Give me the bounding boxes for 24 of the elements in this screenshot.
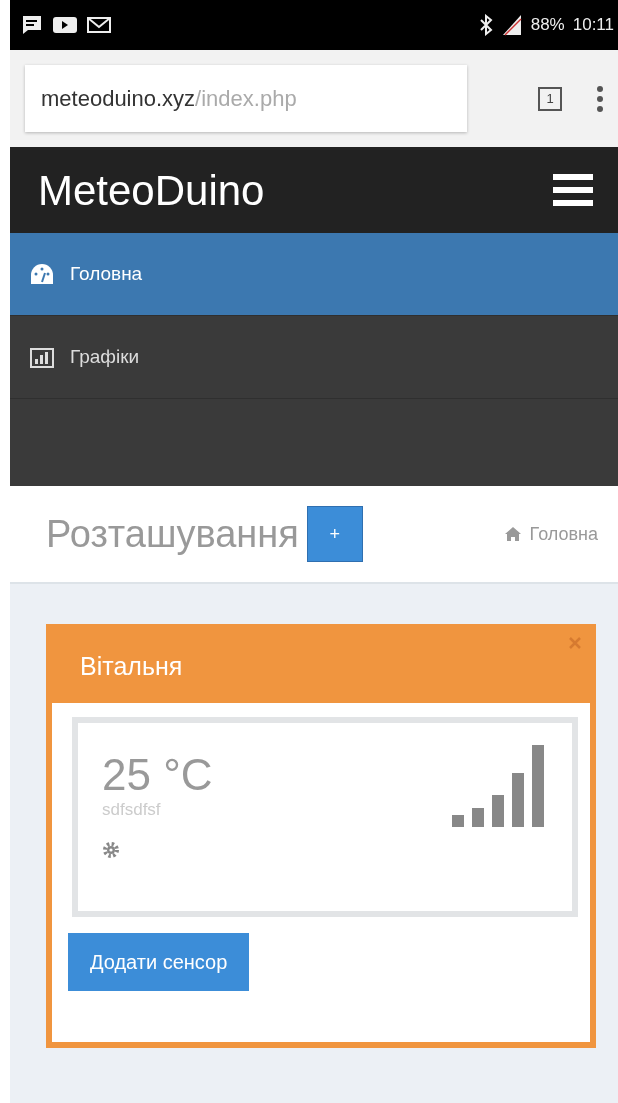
gauge-icon xyxy=(30,263,54,285)
settings-icon[interactable] xyxy=(102,840,120,859)
page-title: Розташування xyxy=(46,511,299,557)
clock: 10:11 xyxy=(572,14,614,37)
chart-icon xyxy=(30,346,54,368)
message-icon xyxy=(20,13,44,37)
video-icon xyxy=(52,15,78,35)
menu-icon[interactable] xyxy=(553,172,593,208)
breadcrumb-link[interactable]: Головна xyxy=(503,520,598,548)
signal-icon xyxy=(500,13,523,37)
add-button[interactable]: + xyxy=(306,506,363,562)
brand-title: MeteoDuino xyxy=(38,165,265,216)
more-icon[interactable] xyxy=(596,83,604,114)
add-sensor-button[interactable]: Додати сенсор xyxy=(68,933,250,991)
mail-icon xyxy=(86,15,112,35)
address-field[interactable]: meteoduino.xyz/index.php xyxy=(25,65,467,132)
bluetooth-icon xyxy=(478,14,493,36)
menu-item[interactable]: Графіки xyxy=(10,316,618,399)
tab-count-button[interactable]: 1 xyxy=(538,86,562,111)
temperature-reading: 25 °C xyxy=(102,753,213,797)
battery-level: 88% xyxy=(530,14,565,37)
home-icon xyxy=(503,526,522,542)
panel-title: Вітальня xyxy=(80,650,183,682)
menu-item[interactable]: Головна xyxy=(10,233,618,316)
